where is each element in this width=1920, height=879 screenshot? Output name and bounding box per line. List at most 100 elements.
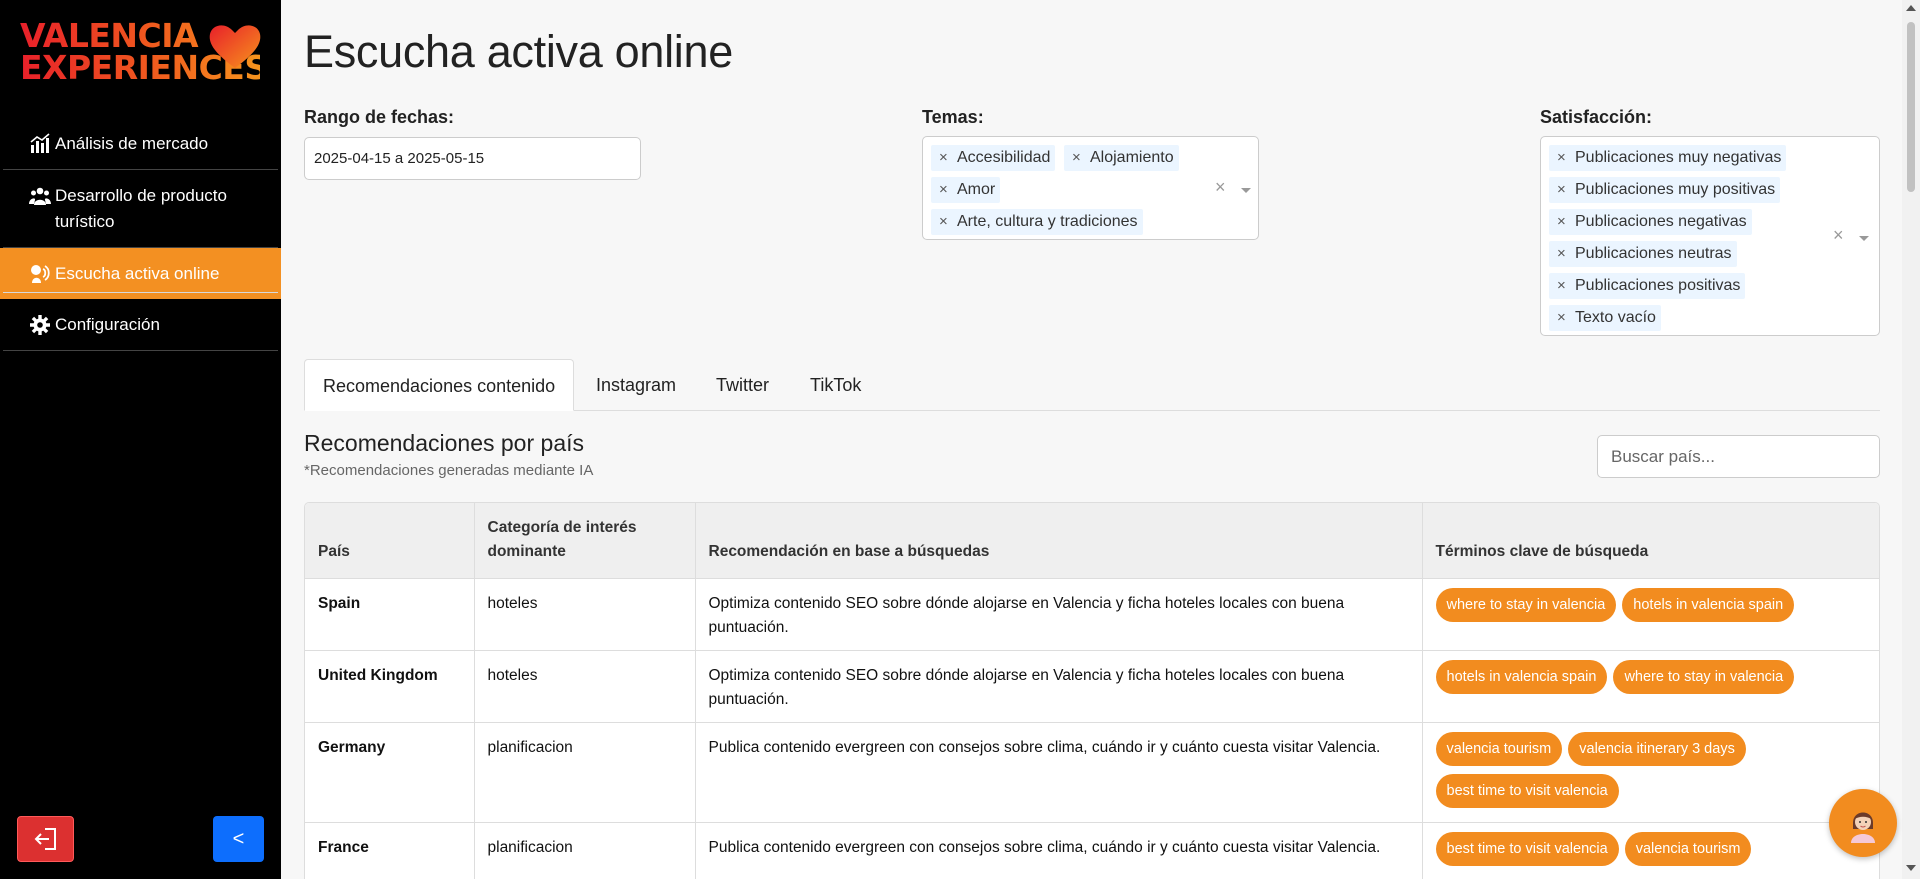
table-row: Spain hoteles Optimiza contenido SEO sob…	[305, 578, 1879, 651]
column-header-keywords: Términos clave de búsqueda	[1422, 503, 1879, 579]
scroll-thumb[interactable]	[1907, 22, 1915, 192]
table-header-row: País Categoría de interés dominante Reco…	[305, 503, 1879, 579]
country-cell: United Kingdom	[305, 650, 475, 723]
country-cell: France	[305, 822, 475, 879]
column-header-recommendation: Recomendación en base a búsquedas	[695, 503, 1423, 579]
keyword-badge[interactable]: valencia tourism	[1435, 731, 1563, 766]
category-cell: hoteles	[474, 578, 696, 651]
clear-satisfaction-icon[interactable]: ×	[1833, 225, 1844, 246]
satisfaction-label: Satisfacción:	[1540, 107, 1653, 127]
sidebar-item-escucha[interactable]: Escucha activa online	[0, 248, 281, 299]
assistant-avatar-icon	[1851, 812, 1875, 843]
recommendations-table: País Categoría de interés dominante Reco…	[304, 502, 1880, 879]
category-cell: hoteles	[474, 650, 696, 723]
sidebar-item-analisis[interactable]: Análisis de mercado	[3, 118, 278, 170]
remove-chip-icon[interactable]: ×	[939, 209, 948, 235]
remove-chip-icon[interactable]: ×	[1557, 209, 1566, 235]
scroll-down-icon[interactable]	[1906, 865, 1916, 871]
chip-label: Alojamiento	[1090, 149, 1174, 166]
logout-icon	[34, 828, 56, 850]
table-row: France planificacion Publica contenido e…	[305, 822, 1879, 879]
brand-logo[interactable]: VALENCIA EXPERIENCES	[20, 19, 268, 94]
sidebar-item-label: Escucha activa online	[55, 264, 220, 283]
recommendation-cell: Optimiza contenido SEO sobre dónde aloja…	[695, 578, 1423, 651]
country-cell: Germany	[305, 722, 475, 823]
section-title: Recomendaciones por país	[304, 430, 584, 456]
column-header-country: País	[305, 503, 475, 579]
sidebar-item-desarrollo[interactable]: Desarrollo de producto turístico	[3, 170, 278, 248]
tab-instagram[interactable]: Instagram	[596, 359, 676, 411]
remove-chip-icon[interactable]: ×	[939, 145, 948, 171]
table-row: United Kingdom hoteles Optimiza contenid…	[305, 650, 1879, 723]
recommendation-cell: Publica contenido evergreen con consejos…	[695, 822, 1423, 879]
date-range-input[interactable]: 2025-04-15 a 2025-05-15	[304, 137, 641, 180]
collapse-sidebar-button[interactable]: <	[213, 816, 264, 862]
remove-chip-icon[interactable]: ×	[1557, 305, 1566, 331]
topics-multiselect[interactable]: × Accesibilidad × Alojamiento × Amor × Arte,…	[922, 136, 1259, 240]
remove-chip-icon[interactable]: ×	[1557, 145, 1566, 171]
heart-icon	[209, 25, 261, 68]
remove-chip-icon[interactable]: ×	[1072, 145, 1081, 171]
country-cell: Spain	[305, 578, 475, 651]
keyword-badge[interactable]: valencia itinerary 3 days	[1568, 731, 1746, 766]
topic-chip: × Accesibilidad	[931, 145, 1056, 171]
tab-recomendaciones[interactable]: Recomendaciones contenido	[304, 359, 575, 411]
satisfaction-chip: × Texto vacío	[1549, 305, 1661, 331]
page-title: Escucha activa online	[304, 26, 733, 77]
assistant-button[interactable]	[1829, 789, 1897, 857]
topic-chip: × Amor	[931, 177, 1001, 203]
topics-label: Temas:	[922, 107, 984, 127]
remove-chip-icon[interactable]: ×	[1557, 177, 1566, 203]
topic-chip: × Alojamiento	[1064, 145, 1179, 171]
satisfaction-chip: × Publicaciones negativas	[1549, 209, 1752, 235]
chip-label: Publicaciones neutras	[1575, 245, 1732, 262]
satisfaction-chip: × Publicaciones muy positivas	[1549, 177, 1781, 203]
keyword-badge[interactable]: best time to visit valencia	[1435, 773, 1619, 808]
satisfaction-multiselect[interactable]: × Publicaciones muy negativas × Publicacio…	[1540, 136, 1880, 336]
keyword-badge[interactable]: hotels in valencia spain	[1622, 587, 1795, 622]
tab-tiktok[interactable]: TikTok	[810, 359, 861, 411]
clear-topics-icon[interactable]: ×	[1215, 177, 1226, 198]
logout-button[interactable]	[17, 816, 74, 862]
chip-label: Publicaciones positivas	[1575, 277, 1741, 294]
scroll-up-icon[interactable]	[1906, 5, 1916, 11]
chip-label: Amor	[957, 181, 996, 198]
category-cell: planificacion	[474, 822, 696, 879]
keyword-badge[interactable]: where to stay in valencia	[1435, 587, 1617, 622]
chevron-down-icon[interactable]	[1859, 236, 1869, 241]
date-range-label: Rango de fechas:	[304, 107, 455, 127]
remove-chip-icon[interactable]: ×	[939, 177, 948, 203]
chart-icon	[30, 133, 50, 153]
keyword-badge[interactable]: best time to visit valencia	[1435, 831, 1619, 866]
topic-chip: × Arte, cultura y tradiciones	[931, 209, 1143, 235]
search-country-input[interactable]	[1597, 435, 1880, 478]
chip-label: Publicaciones negativas	[1575, 213, 1747, 230]
chevron-down-icon[interactable]	[1241, 188, 1251, 193]
chip-label: Texto vacío	[1575, 309, 1656, 326]
satisfaction-chip: × Publicaciones muy negativas	[1549, 145, 1787, 171]
column-header-category: Categoría de interés dominante	[474, 503, 696, 579]
satisfaction-chip: × Publicaciones positivas	[1549, 273, 1746, 299]
page-scrollbar[interactable]	[1902, 0, 1920, 879]
keywords-cell: valencia tourism valencia itinerary 3 day…	[1422, 722, 1879, 823]
chip-label: Arte, cultura y tradiciones	[957, 213, 1138, 230]
sidebar-item-label: Análisis de mercado	[55, 134, 209, 153]
section-subtitle: *Recomendaciones generadas mediante IA	[304, 462, 594, 479]
tab-bar: Recomendaciones contenido Instagram Twit…	[304, 359, 1880, 411]
sidebar-item-configuracion[interactable]: Configuración	[3, 299, 278, 351]
remove-chip-icon[interactable]: ×	[1557, 273, 1566, 299]
tab-twitter[interactable]: Twitter	[716, 359, 769, 411]
keyword-badge[interactable]: valencia tourism	[1624, 831, 1752, 866]
remove-chip-icon[interactable]: ×	[1557, 241, 1566, 267]
keywords-cell: best time to visit valencia valencia tour…	[1422, 822, 1879, 879]
gear-icon	[30, 315, 50, 335]
chip-label: Accesibilidad	[957, 149, 1051, 166]
chip-label: Publicaciones muy positivas	[1575, 181, 1776, 198]
sidebar-nav: Análisis de mercado Desarrollo de produc…	[0, 118, 281, 351]
sidebar-item-label: Desarrollo de producto turístico	[55, 186, 227, 231]
main-content: Escucha activa online Rango de fechas: 2…	[304, 0, 1880, 879]
keyword-badge[interactable]: hotels in valencia spain	[1435, 659, 1608, 694]
keywords-cell: where to stay in valencia hotels in valen…	[1422, 578, 1879, 651]
keyword-badge[interactable]: where to stay in valencia	[1613, 659, 1795, 694]
category-cell: planificacion	[474, 722, 696, 823]
